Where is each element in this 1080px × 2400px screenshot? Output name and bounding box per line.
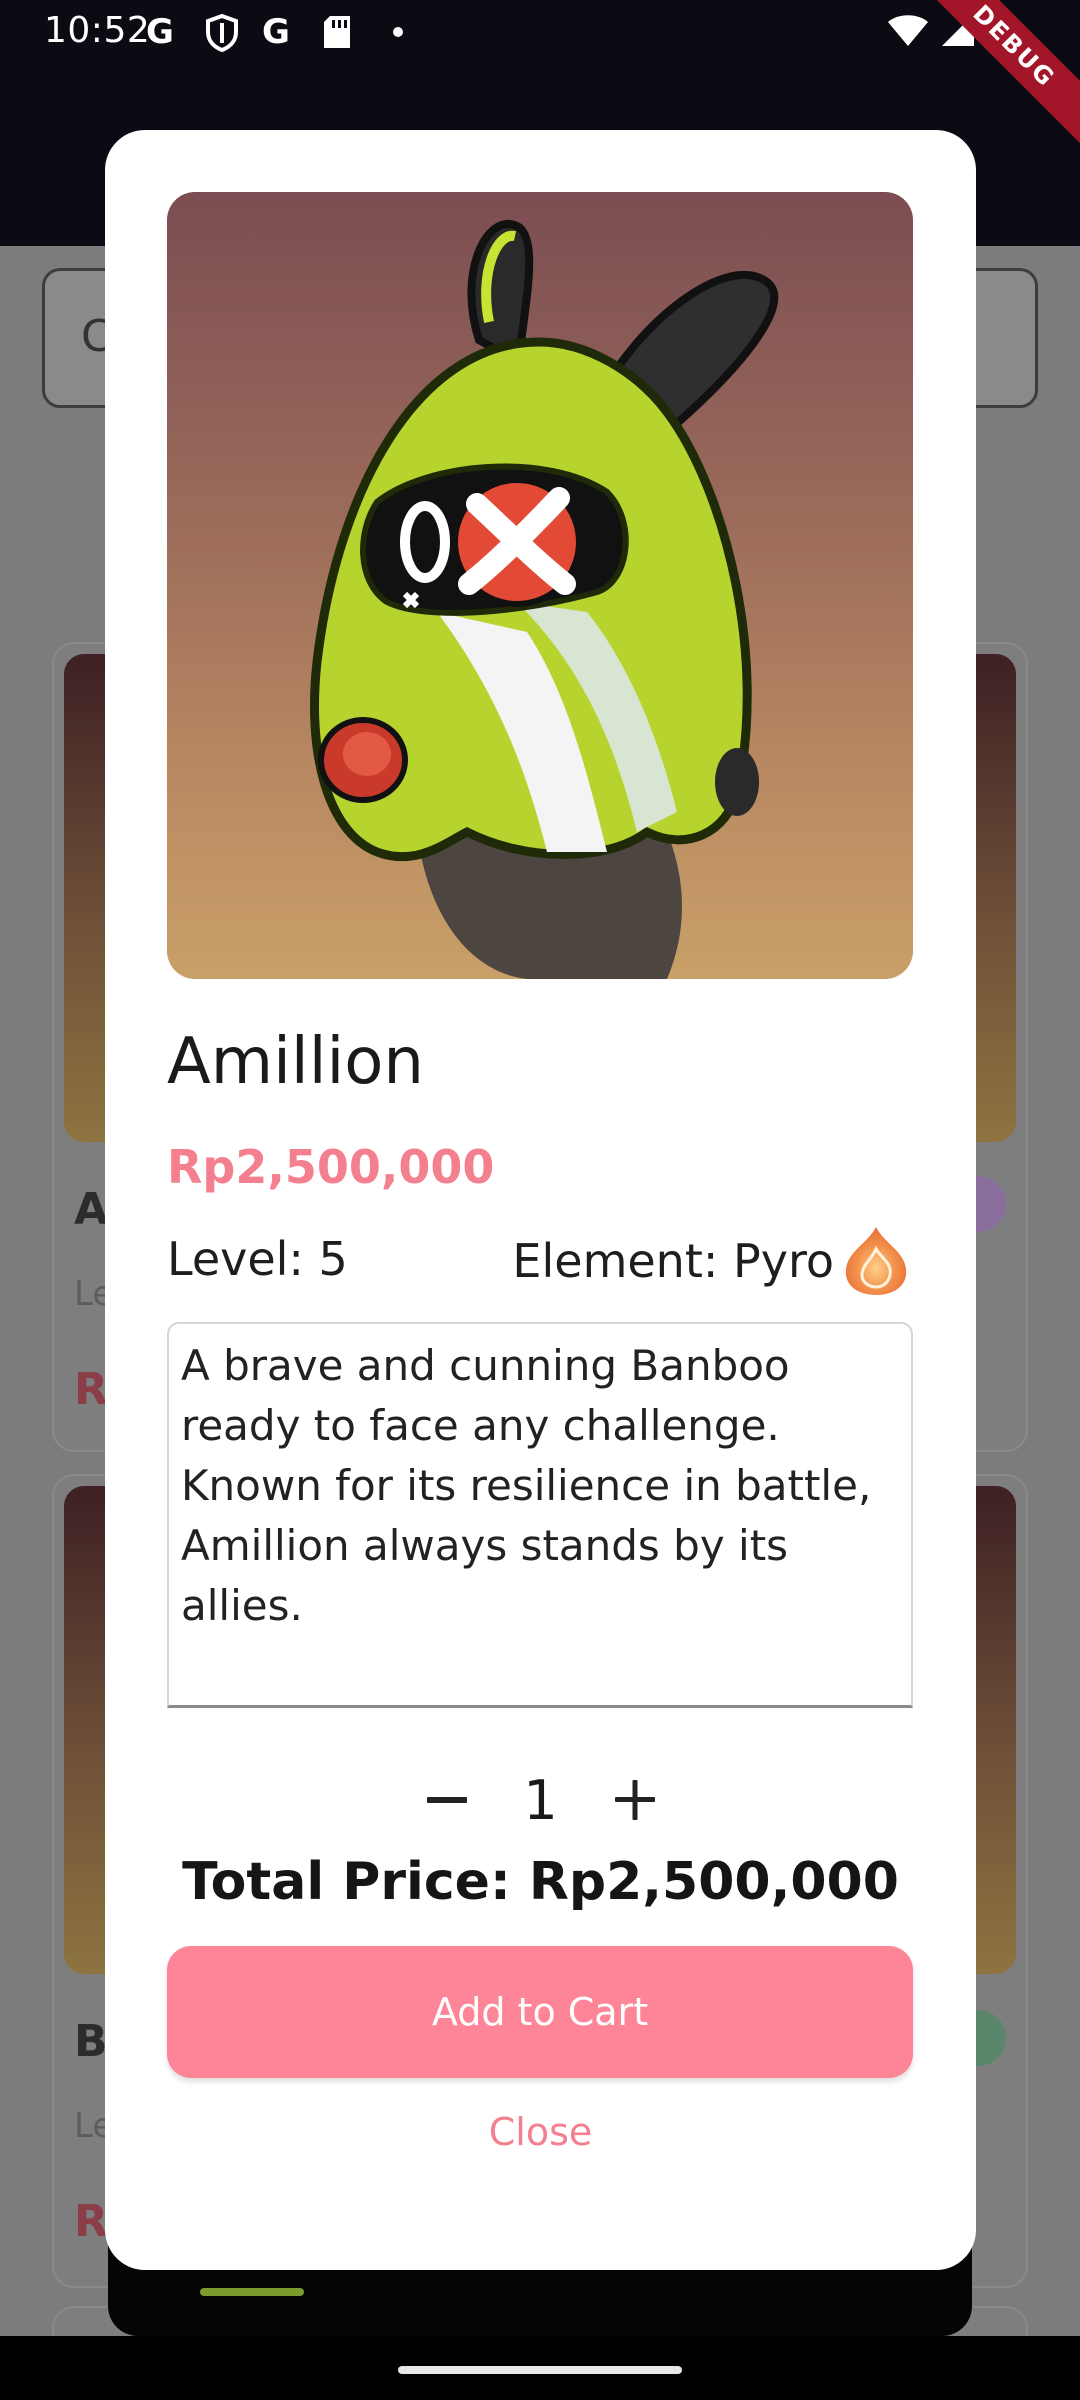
background-card-price: R bbox=[74, 1364, 108, 1415]
dot-icon bbox=[393, 27, 403, 37]
background-green-indicator bbox=[200, 2288, 304, 2296]
background-card-name: A bbox=[74, 1184, 109, 1235]
product-element: Element: Pyro bbox=[512, 1222, 912, 1300]
wifi-icon bbox=[888, 15, 928, 46]
background-card-price: R bbox=[74, 2196, 108, 2247]
minus-icon bbox=[426, 1797, 467, 1803]
status-time: 10:52 bbox=[44, 10, 151, 51]
total-price: Total Price: Rp2,500,000 bbox=[182, 1852, 899, 1912]
add-to-cart-button[interactable]: Add to Cart bbox=[167, 1946, 913, 2078]
description-text: A brave and cunning Banboo ready to face… bbox=[181, 1341, 872, 1630]
sd-card-icon bbox=[324, 16, 350, 48]
app-screen: C A Le R Bu Le R 10:52 G G bbox=[0, 0, 1080, 2400]
decrease-quantity-button[interactable] bbox=[417, 1770, 477, 1830]
product-image bbox=[167, 192, 913, 979]
plus-icon bbox=[614, 1780, 655, 1820]
status-bar: 10:52 G G DEBUG bbox=[0, 0, 1080, 154]
description-field[interactable]: A brave and cunning Banboo ready to face… bbox=[167, 1322, 913, 1708]
product-price: Rp2,500,000 bbox=[167, 1140, 495, 1194]
banboo-character-illustration bbox=[310, 220, 779, 979]
increase-quantity-button[interactable] bbox=[605, 1770, 665, 1830]
pyro-icon bbox=[845, 1227, 907, 1295]
product-level: Level: 5 bbox=[167, 1232, 348, 1286]
quantity-stepper: 1 bbox=[105, 1750, 976, 1850]
shield-icon bbox=[206, 14, 238, 52]
google-g-icon: G bbox=[146, 12, 174, 52]
home-gesture-handle[interactable] bbox=[398, 2366, 682, 2374]
product-detail-dialog: Amillion Rp2,500,000 Level: 5 Element: P… bbox=[105, 130, 976, 2270]
quantity-value: 1 bbox=[523, 1768, 558, 1832]
element-label: Element: Pyro bbox=[512, 1234, 834, 1288]
close-button[interactable]: Close bbox=[105, 2110, 976, 2154]
product-name: Amillion bbox=[167, 1025, 424, 1099]
google-g-icon: G bbox=[262, 12, 290, 52]
